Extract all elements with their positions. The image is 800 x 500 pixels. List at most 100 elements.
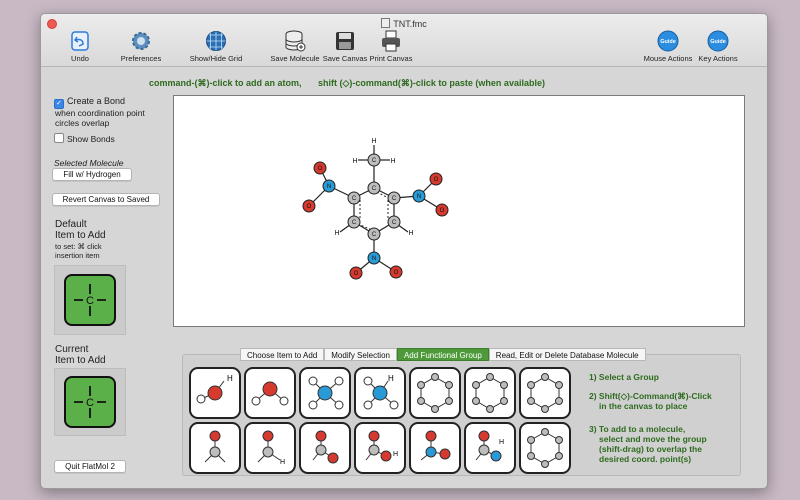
atom-label: O	[354, 271, 359, 277]
functional-group-carboxylic-acid[interactable]: H	[354, 422, 406, 474]
default-item-well[interactable]: C	[54, 265, 126, 335]
current-item-title-1: Current	[55, 344, 89, 355]
carboxylic-acid-icon: H	[365, 430, 398, 462]
atom-label: H	[227, 374, 233, 383]
amide-icon: H	[475, 430, 504, 462]
tab-add-functional-group[interactable]: Add Functional Group	[396, 348, 489, 361]
print-canvas-button[interactable]: Print Canvas	[368, 30, 414, 63]
atom-label: N	[327, 184, 331, 190]
item-symbol: C	[86, 397, 94, 409]
benzene-icon	[472, 373, 508, 413]
checkbox-unchecked-icon	[54, 133, 64, 143]
drawing-canvas[interactable]: C C C C C C C N N N O O O O O O H H H H …	[173, 95, 745, 327]
functional-group-water[interactable]	[244, 367, 296, 419]
functional-group-carboxyl[interactable]	[299, 422, 351, 474]
paste-hint: shift (◇)-command(⌘)-click to paste (whe…	[318, 78, 545, 88]
document-icon	[381, 18, 391, 28]
functional-group-amine[interactable]	[299, 367, 351, 419]
item-symbol: C	[86, 295, 94, 307]
print-canvas-label: Print Canvas	[369, 54, 413, 63]
atom-label: O	[307, 204, 312, 210]
carbonyl-icon	[204, 430, 226, 463]
atom-label: C	[372, 186, 377, 192]
functional-group-benzene-a[interactable]	[409, 367, 461, 419]
default-set-hint-2: insertion item	[55, 251, 100, 260]
show-bonds-checkbox[interactable]: Show Bonds	[54, 133, 115, 144]
atom-label: H	[280, 459, 285, 466]
add-atom-hint: command-(⌘)-click to add an atom,	[149, 78, 302, 88]
instruction-step-3c: (shift-drag) to overlap the	[599, 444, 702, 454]
undo-button[interactable]: Undo	[63, 30, 97, 63]
instruction-step-1: 1) Select a Group	[589, 372, 659, 382]
save-molecule-button[interactable]: Save Molecule	[267, 30, 323, 63]
functional-group-benzene-d[interactable]	[519, 422, 571, 474]
revert-canvas-button[interactable]: Revert Canvas to Saved	[52, 193, 160, 206]
atom-label: C	[352, 196, 357, 202]
current-item-title-2: Item to Add	[55, 355, 106, 366]
database-icon	[285, 30, 306, 52]
fill-hydrogen-button[interactable]: Fill w/ Hydrogen	[52, 168, 132, 181]
guide-icon: Guide	[707, 30, 729, 52]
create-bond-sub2: circles overlap	[55, 118, 110, 128]
functional-group-benzene-c[interactable]	[519, 367, 571, 419]
instruction-step-3d: desired coord. point(s)	[599, 454, 692, 464]
carboxyl-icon	[312, 430, 339, 464]
atom-label: H	[334, 230, 339, 237]
atom-label: H	[352, 158, 357, 165]
key-actions-button[interactable]: Guide Key Actions	[696, 30, 740, 63]
create-bond-sub1: when coordination point	[55, 108, 145, 118]
save-canvas-label: Save Canvas	[322, 54, 368, 63]
tab-choose-item[interactable]: Choose Item to Add	[240, 348, 325, 361]
atom-label: H	[390, 158, 395, 165]
functional-group-hydroxyl[interactable]: H	[189, 367, 241, 419]
tnt-molecule: C C C C C C C N N N O O O O O O H H H H …	[302, 138, 449, 280]
undo-label: Undo	[71, 54, 89, 63]
functional-group-amide[interactable]: H	[464, 422, 516, 474]
functional-group-carbonyl[interactable]	[189, 422, 241, 474]
mouse-actions-button[interactable]: Guide Mouse Actions	[642, 30, 694, 63]
globe-grid-icon	[206, 31, 226, 51]
current-item-well[interactable]: C	[54, 368, 126, 436]
atom-label: H	[499, 439, 504, 446]
functional-group-amine-h[interactable]: H	[354, 367, 406, 419]
save-molecule-label: Save Molecule	[270, 54, 320, 63]
amine-h-icon: H	[363, 374, 399, 410]
undo-icon	[71, 31, 89, 51]
mouse-actions-label: Mouse Actions	[643, 54, 693, 63]
preferences-label: Preferences	[120, 54, 162, 63]
default-carbon-item: C	[64, 274, 116, 326]
window-title-text: TNT.fmc	[393, 19, 427, 29]
show-bonds-label: Show Bonds	[67, 134, 115, 144]
benzene-icon	[527, 428, 563, 468]
carbon-atom-icon: C	[74, 284, 106, 316]
functional-group-nitro[interactable]	[409, 422, 461, 474]
atom-label: H	[388, 374, 394, 383]
tab-modify-selection[interactable]: Modify Selection	[324, 348, 397, 361]
grid-label: Show/Hide Grid	[189, 54, 243, 63]
functional-group-benzene-b[interactable]	[464, 367, 516, 419]
floppy-disk-icon	[336, 32, 354, 50]
tab-database-molecule[interactable]: Read, Edit or Delete Database Molecule	[488, 348, 646, 361]
quit-button[interactable]: Quit FlatMol 2	[54, 460, 126, 473]
amine-icon	[308, 376, 344, 410]
tab-bar: Choose Item to Add Modify Selection Add …	[240, 348, 646, 361]
guide-icon: Guide	[657, 30, 679, 52]
water-icon	[251, 381, 289, 406]
benzene-icon	[527, 373, 563, 413]
atom-label: N	[417, 194, 421, 200]
save-canvas-button[interactable]: Save Canvas	[322, 30, 368, 63]
create-bond-label: Create a Bond	[67, 96, 126, 106]
preferences-button[interactable]: Preferences	[117, 30, 165, 63]
atom-label: O	[440, 208, 445, 214]
hydroxyl-icon: H	[196, 374, 233, 404]
atom-label: H	[408, 230, 413, 237]
atom-label: C	[392, 196, 397, 202]
current-carbon-item: C	[64, 376, 116, 428]
functional-group-aldehyde[interactable]: H	[244, 422, 296, 474]
atom-label: O	[434, 177, 439, 183]
aldehyde-icon: H	[257, 430, 285, 466]
atom-label: C	[372, 158, 377, 164]
default-item-title-2: Item to Add	[55, 230, 106, 241]
show-hide-grid-button[interactable]: Show/Hide Grid	[186, 30, 246, 63]
benzene-icon	[417, 373, 453, 413]
